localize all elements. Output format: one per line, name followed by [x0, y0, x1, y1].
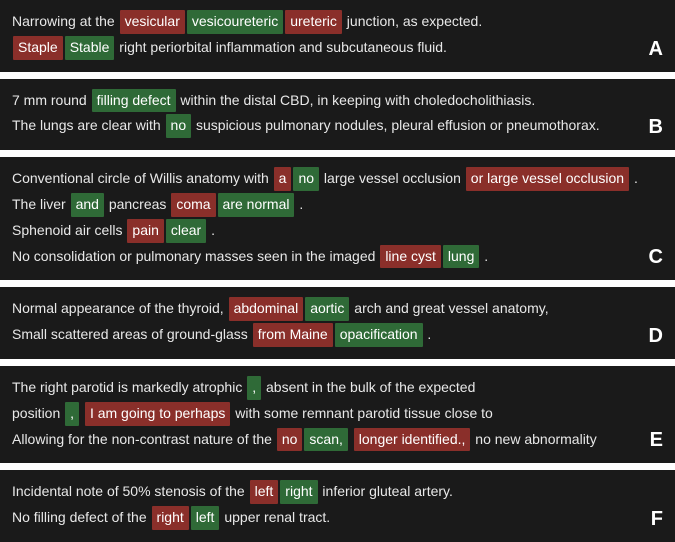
deleted-token: from Maine — [253, 323, 333, 347]
text-line: 7 mm round filling defect within the dis… — [12, 89, 663, 113]
inserted-token: no — [166, 114, 192, 138]
deleted-token: pain — [127, 219, 163, 243]
inserted-token: lung — [443, 245, 479, 269]
deleted-token: line cyst — [380, 245, 441, 269]
text-token: Sphenoid air cells — [12, 222, 126, 238]
text-line: The liver and pancreas comaare normal . — [12, 193, 663, 217]
inserted-token: , — [247, 376, 261, 400]
text-token: pancreas — [105, 196, 170, 212]
inserted-token: left — [191, 506, 220, 530]
text-line: Sphenoid air cells painclear . — [12, 219, 663, 243]
deleted-token: a — [274, 167, 292, 191]
text-token: no new abnormality — [471, 431, 596, 447]
inserted-token: Stable — [65, 36, 115, 60]
text-line: Conventional circle of Willis anatomy wi… — [12, 167, 663, 191]
panel-label: A — [649, 32, 663, 66]
panel: Narrowing at the vesicularvesicoureteric… — [0, 0, 675, 72]
text-token: right periorbital inflammation and subcu… — [115, 39, 447, 55]
text-token: . — [630, 170, 638, 186]
text-token: Small scattered areas of ground-glass — [12, 326, 252, 342]
text-line: Incidental note of 50% stenosis of the l… — [12, 480, 663, 504]
inserted-token: aortic — [305, 297, 349, 321]
deleted-token: abdominal — [229, 297, 304, 321]
text-token: arch and great vessel anatomy, — [350, 300, 548, 316]
inserted-token: and — [71, 193, 104, 217]
text-token — [349, 431, 353, 447]
panel: Incidental note of 50% stenosis of the l… — [0, 470, 675, 542]
panels-container: Narrowing at the vesicularvesicoureteric… — [0, 0, 675, 542]
text-token: . — [295, 196, 303, 212]
text-line: position , I am going to perhaps with so… — [12, 402, 663, 426]
text-token: absent in the bulk of the expected — [262, 379, 475, 395]
text-token: The liver — [12, 196, 70, 212]
text-token: large vessel occlusion — [320, 170, 465, 186]
text-token: with some remnant parotid tissue close t… — [231, 405, 492, 421]
text-token: junction, as expected. — [343, 13, 482, 29]
text-token: No consolidation or pulmonary masses see… — [12, 248, 379, 264]
text-token: Conventional circle of Willis anatomy wi… — [12, 170, 273, 186]
text-token: No filling defect of the — [12, 509, 151, 525]
inserted-token: filling defect — [92, 89, 176, 113]
panel-label: B — [649, 110, 663, 144]
text-line: The lungs are clear with no suspicious p… — [12, 114, 663, 138]
text-token: inferior gluteal artery. — [319, 483, 453, 499]
text-line: The right parotid is markedly atrophic ,… — [12, 376, 663, 400]
panel: Normal appearance of the thyroid, abdomi… — [0, 287, 675, 359]
text-token: suspicious pulmonary nodules, pleural ef… — [192, 117, 600, 133]
panel-label: E — [650, 423, 663, 457]
text-line: No consolidation or pulmonary masses see… — [12, 245, 663, 269]
inserted-token: no — [293, 167, 319, 191]
text-token — [80, 405, 84, 421]
text-line: No filling defect of the rightleft upper… — [12, 506, 663, 530]
panel: Conventional circle of Willis anatomy wi… — [0, 157, 675, 280]
deleted-token: coma — [171, 193, 215, 217]
text-token: upper renal tract. — [220, 509, 330, 525]
deleted-token: right — [152, 506, 189, 530]
text-token: The lungs are clear with — [12, 117, 165, 133]
inserted-token: vesicoureteric — [187, 10, 283, 34]
panel-label: D — [649, 319, 663, 353]
text-line: Narrowing at the vesicularvesicoureteric… — [12, 10, 663, 34]
panel: 7 mm round filling defect within the dis… — [0, 79, 675, 151]
inserted-token: clear — [166, 219, 206, 243]
panel-label: C — [649, 240, 663, 274]
panel: The right parotid is markedly atrophic ,… — [0, 366, 675, 463]
deleted-token: longer identified., — [354, 428, 471, 452]
text-token: . — [207, 222, 215, 238]
deleted-token: I am going to perhaps — [85, 402, 230, 426]
inserted-token: are normal — [218, 193, 295, 217]
text-line: StapleStable right periorbital inflammat… — [12, 36, 663, 60]
inserted-token: opacification — [335, 323, 423, 347]
text-token: Narrowing at the — [12, 13, 119, 29]
deleted-token: vesicular — [120, 10, 185, 34]
deleted-token: Staple — [13, 36, 63, 60]
inserted-token: right — [280, 480, 317, 504]
deleted-token: left — [250, 480, 279, 504]
deleted-token: or large vessel occlusion — [466, 167, 629, 191]
text-token: position — [12, 405, 64, 421]
inserted-token: scan, — [304, 428, 347, 452]
text-token: . — [424, 326, 432, 342]
deleted-token: ureteric — [285, 10, 342, 34]
text-token: . — [480, 248, 488, 264]
text-token: within the distal CBD, in keeping with c… — [177, 92, 536, 108]
deleted-token: no — [277, 428, 303, 452]
text-token: Allowing for the non-contrast nature of … — [12, 431, 276, 447]
inserted-token: , — [65, 402, 79, 426]
text-line: Normal appearance of the thyroid, abdomi… — [12, 297, 663, 321]
text-token: 7 mm round — [12, 92, 91, 108]
text-token: Incidental note of 50% stenosis of the — [12, 483, 249, 499]
text-line: Small scattered areas of ground-glass fr… — [12, 323, 663, 347]
text-token: Normal appearance of the thyroid, — [12, 300, 228, 316]
text-line: Allowing for the non-contrast nature of … — [12, 428, 663, 452]
text-token: The right parotid is markedly atrophic — [12, 379, 246, 395]
